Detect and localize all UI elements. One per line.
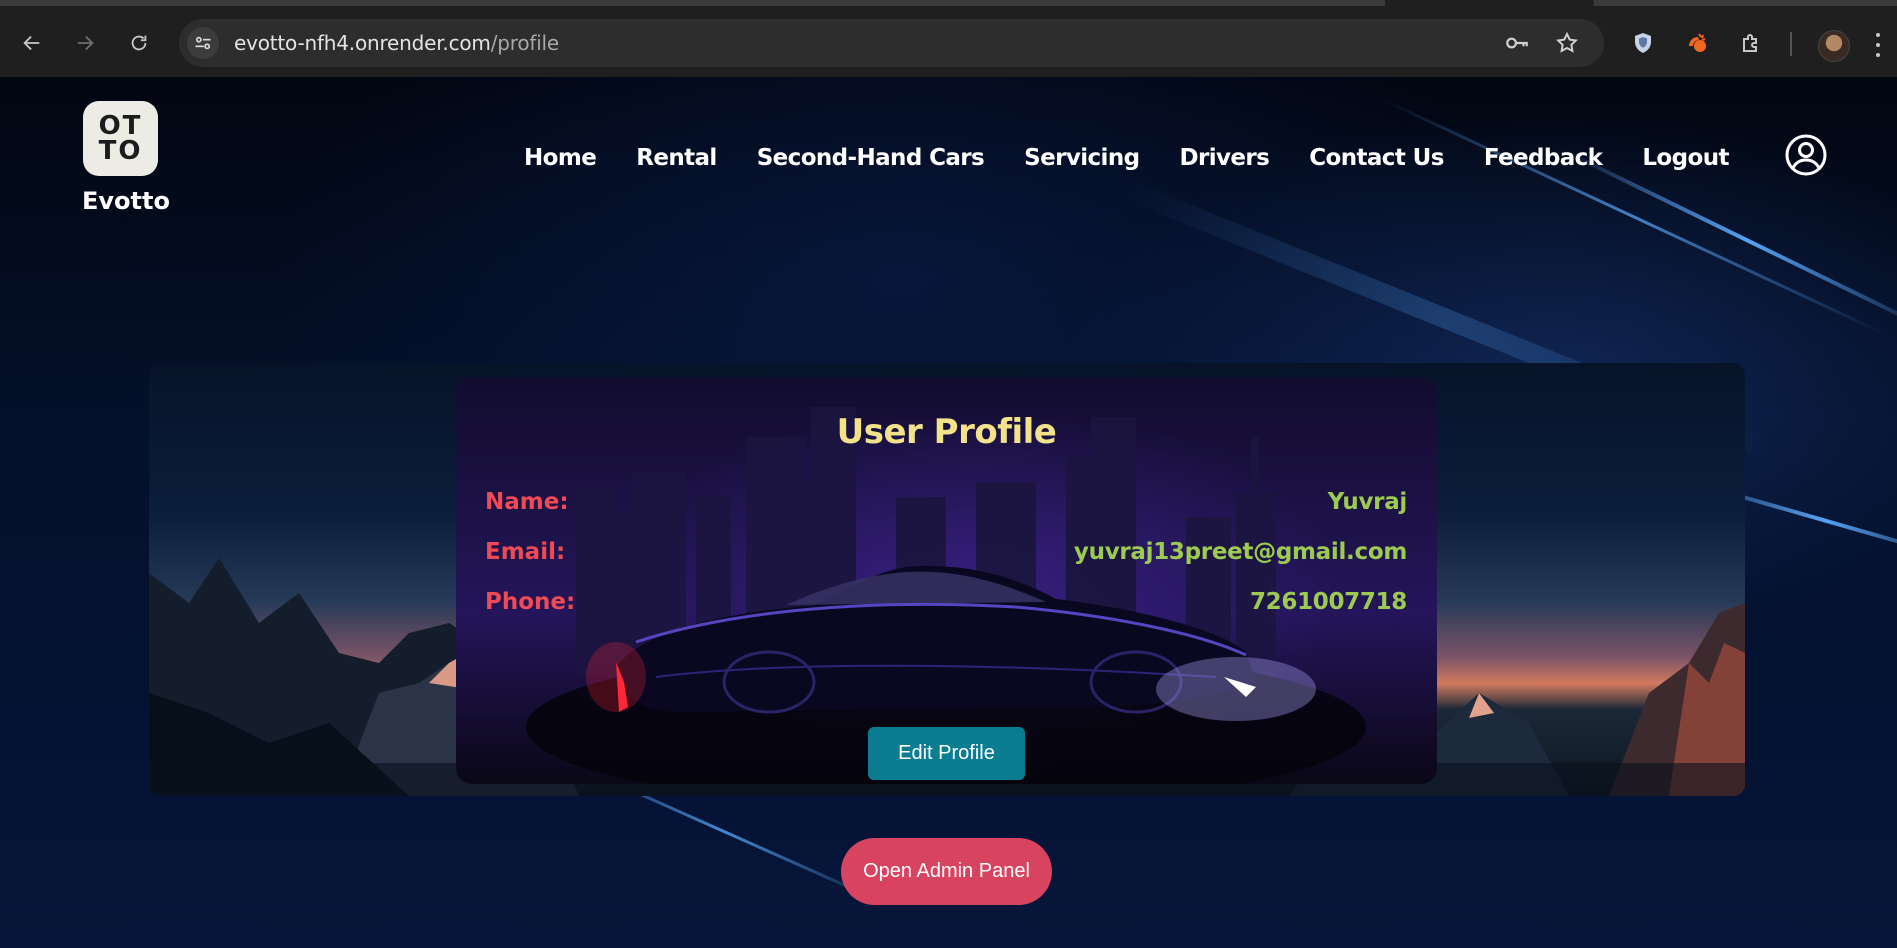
site-info-icon[interactable] [187,27,219,59]
profile-title: User Profile [836,412,1057,452]
extensions-puzzle-icon[interactable] [1736,28,1766,58]
nav-second-hand-cars[interactable]: Second-Hand Cars [757,145,985,171]
nav-contact-us[interactable]: Contact Us [1309,145,1444,171]
reload-icon[interactable] [124,28,154,58]
back-arrow-icon[interactable] [17,28,47,58]
profile-avatar-icon[interactable] [1818,30,1850,62]
bookmark-star-icon[interactable] [1554,30,1580,56]
name-value: Yuvraj [1327,489,1408,515]
edit-profile-button[interactable]: Edit Profile [868,727,1025,780]
forward-arrow-icon[interactable] [70,28,100,58]
nav-feedback[interactable]: Feedback [1484,145,1603,171]
email-value: yuvraj13preet@gmail.com [1073,539,1407,565]
menu-kebab-icon[interactable] [1873,33,1883,57]
nav-servicing[interactable]: Servicing [1024,145,1140,171]
password-key-icon[interactable] [1504,30,1530,56]
light-streak [1559,147,1897,335]
open-admin-panel-button[interactable]: Open Admin Panel [841,838,1052,905]
page-content: OT TO Evotto Home Rental Second-Hand Car… [0,77,1897,948]
profile-card: User Profile Name: Yuvraj Email: yuvraj1… [456,377,1437,784]
nav-drivers[interactable]: Drivers [1179,145,1269,171]
name-label: Name: [485,489,569,515]
url-text[interactable]: evotto-nfh4.onrender.com/profile [234,31,559,55]
brand-name[interactable]: Evotto [82,187,170,215]
address-bar[interactable]: evotto-nfh4.onrender.com/profile [179,19,1604,67]
email-label: Email: [485,539,566,565]
nav-logout[interactable]: Logout [1642,145,1729,171]
main-nav: Home Rental Second-Hand Cars Servicing D… [524,145,1769,171]
logo[interactable]: OT TO [83,101,158,176]
user-circle-icon[interactable] [1785,134,1827,176]
tab-strip [0,0,1897,6]
nav-rental[interactable]: Rental [636,145,717,171]
nav-home[interactable]: Home [524,145,597,171]
browser-chrome: evotto-nfh4.onrender.com/profile [0,0,1897,77]
toolbar-separator [1790,32,1792,56]
phone-value: 7261007718 [1249,589,1407,615]
orange-extension-icon[interactable] [1682,28,1712,58]
shield-extension-icon[interactable] [1628,28,1658,58]
phone-label: Phone: [485,589,576,615]
